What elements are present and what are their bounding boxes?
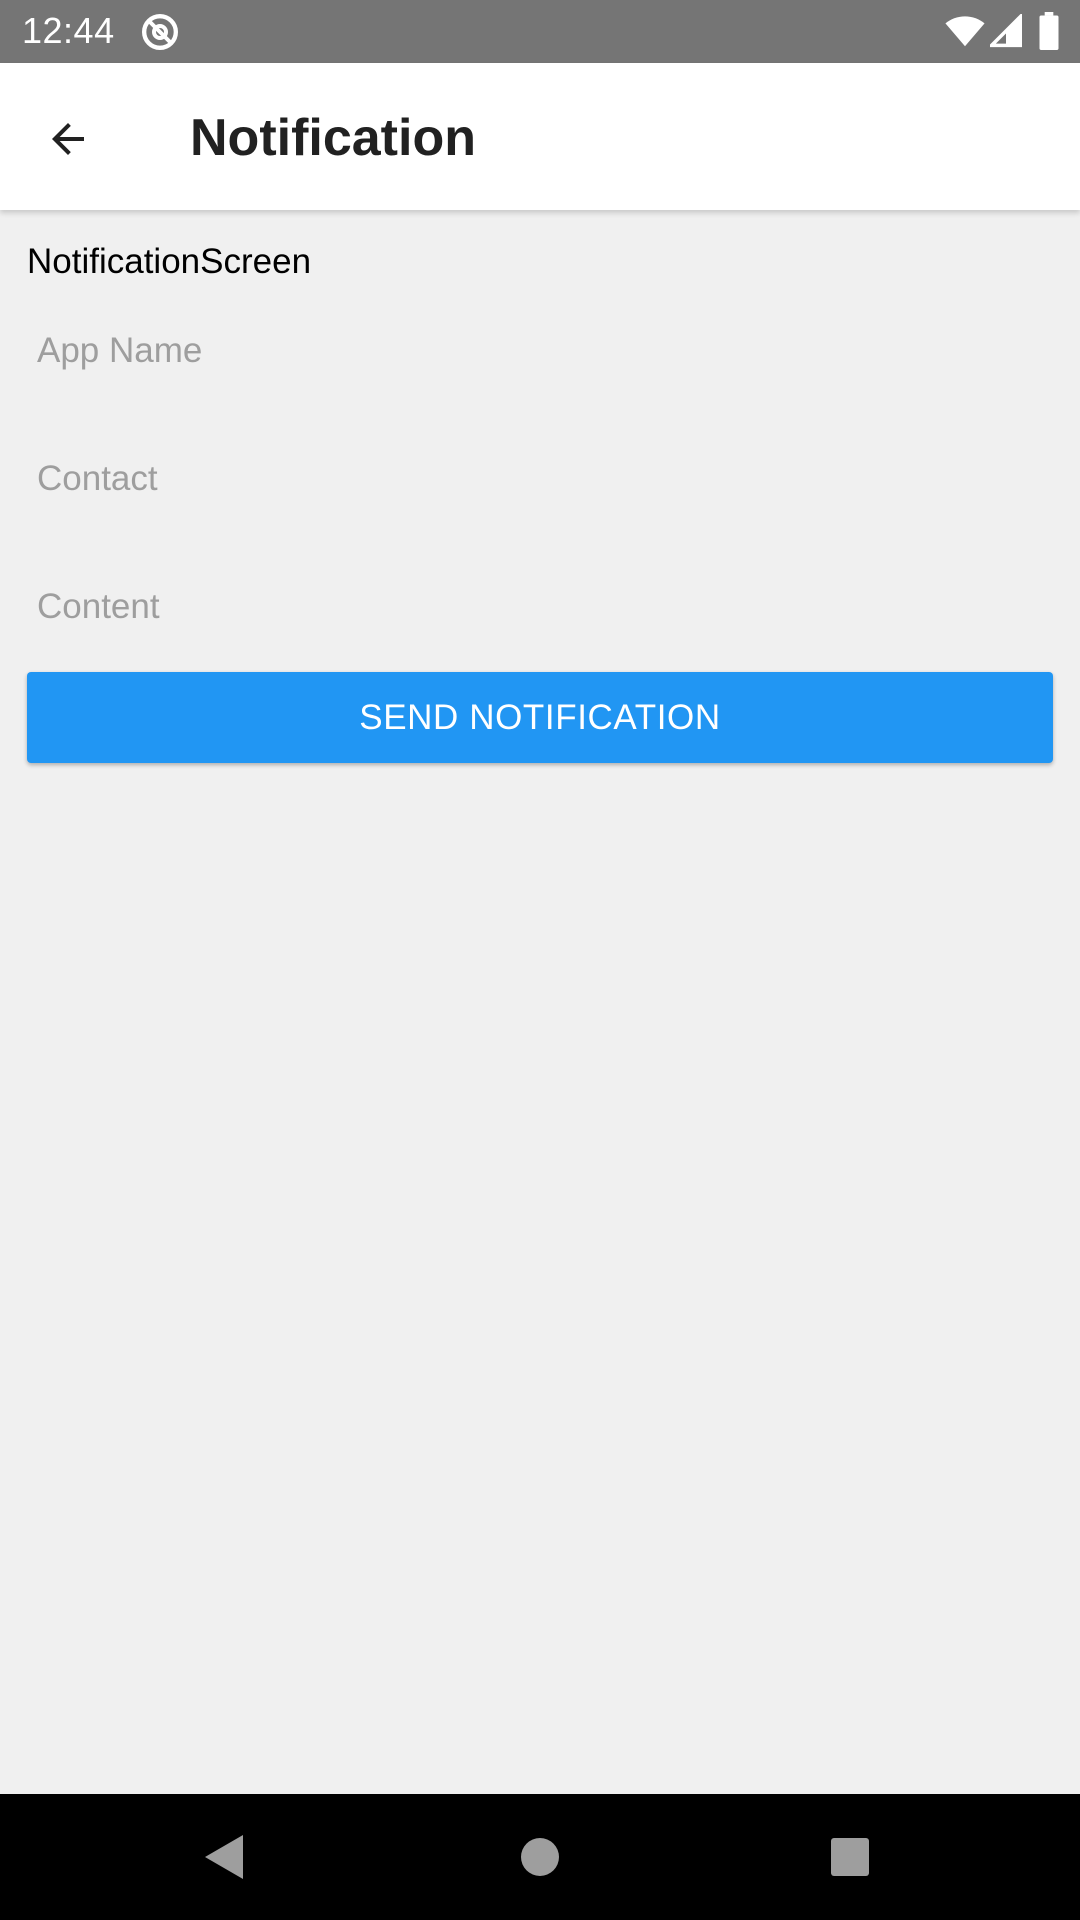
back-button[interactable] — [30, 101, 106, 177]
screen-label: NotificationScreen — [27, 242, 312, 281]
nav-recents-button[interactable] — [817, 1824, 883, 1890]
contact-field[interactable] — [27, 431, 1053, 527]
content-field[interactable] — [27, 559, 1053, 655]
page-title: Notification — [190, 109, 476, 167]
wifi-icon — [945, 16, 985, 47]
battery-icon — [1039, 12, 1059, 50]
nav-back-icon — [205, 1835, 243, 1879]
cell-signal-icon — [990, 14, 1022, 48]
status-time: 12:44 — [22, 10, 115, 51]
nav-back-button[interactable] — [192, 1824, 258, 1890]
nav-home-button[interactable] — [507, 1824, 573, 1890]
nav-home-icon — [521, 1838, 559, 1876]
app-name-field[interactable] — [27, 303, 1053, 399]
notification-screen: 12:44 Notification NotificationScreen Ap… — [0, 0, 1080, 1920]
nav-recents-icon — [831, 1838, 869, 1876]
status-bar: 12:44 — [0, 0, 1080, 63]
app-bar: Notification — [0, 63, 1080, 210]
arrow-back-icon — [52, 123, 84, 155]
navigation-bar — [0, 1794, 1080, 1920]
send-notification-button[interactable]: SEND NOTIFICATION — [27, 672, 1053, 763]
at-sign-icon — [142, 14, 178, 50]
